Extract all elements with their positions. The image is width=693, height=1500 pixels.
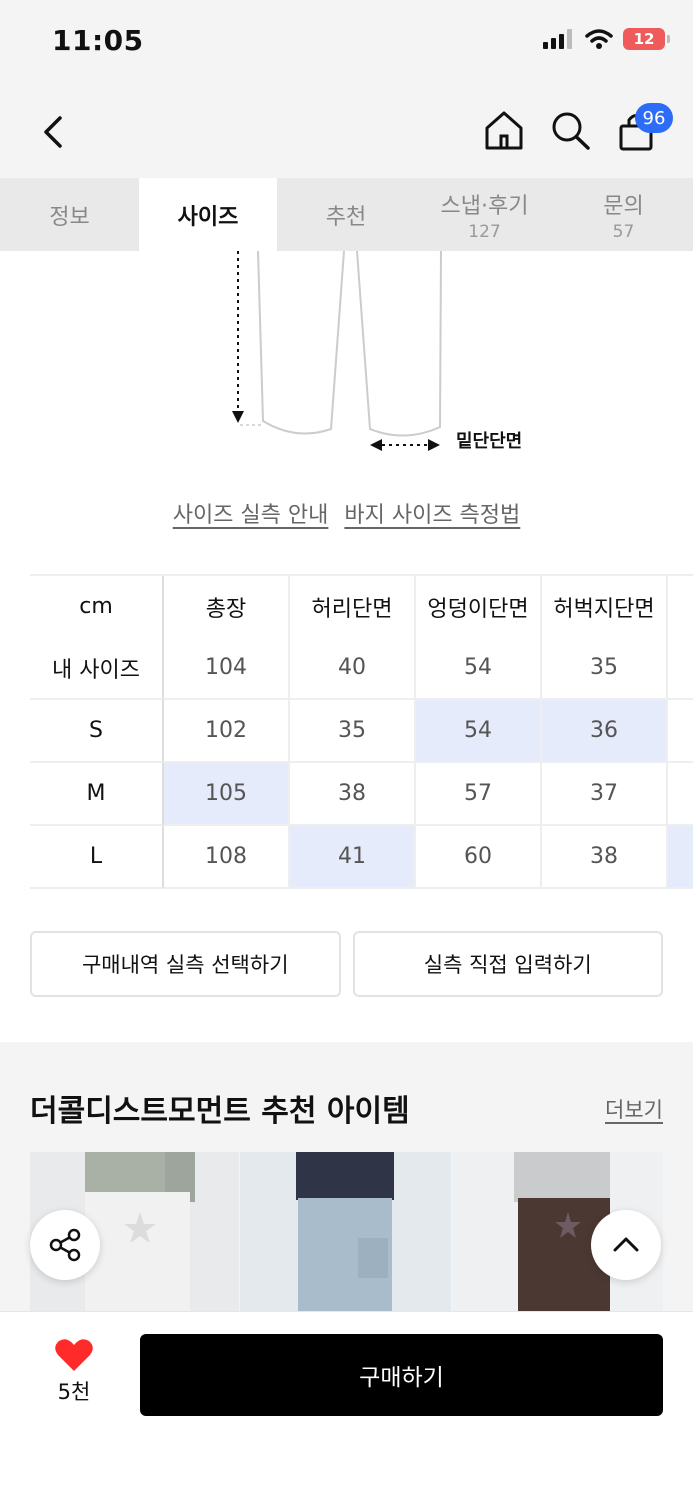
detail-tabs: 정보 사이즈 추천 스냅·후기 127 문의 57 — [0, 178, 693, 251]
table-row: 내 사이즈 104 40 54 35 — [30, 637, 693, 700]
home-icon[interactable] — [482, 108, 526, 154]
tab-count: 127 — [468, 221, 501, 242]
like-count: 5천 — [57, 1380, 91, 1404]
battery-level: 12 — [633, 30, 655, 48]
pants-measure-link[interactable]: 바지 사이즈 측정법 — [344, 497, 520, 529]
table-cell: 35 — [542, 637, 668, 700]
tab-count: 57 — [612, 221, 635, 242]
tab-label: 문의 — [603, 193, 644, 219]
table-cell — [668, 637, 693, 700]
bottom-purchase-bar: 5천 구매하기 — [0, 1311, 693, 1500]
table-cell: 105 — [164, 763, 290, 826]
like-button[interactable]: 5천 — [44, 1338, 104, 1406]
table-cell: 40 — [290, 637, 416, 700]
table-cell: 36 — [542, 700, 668, 763]
tab-inquiry[interactable]: 문의 57 — [554, 178, 693, 251]
table-row-label: S — [30, 700, 164, 763]
table-cell: 102 — [164, 700, 290, 763]
share-button[interactable] — [30, 1210, 100, 1280]
hem-width-label: 밑단단면 — [456, 431, 523, 452]
status-icons: 12 — [543, 28, 670, 50]
table-cell: 38 — [542, 826, 668, 889]
actual-size-guide-link[interactable]: 사이즈 실측 안내 — [173, 497, 329, 529]
table-header-cell: 총장 — [164, 576, 290, 639]
table-cell: 104 — [164, 637, 290, 700]
table-cell: 60 — [416, 826, 542, 889]
chevron-up-icon — [613, 1237, 639, 1252]
table-row-label: M — [30, 763, 164, 826]
table-cell — [668, 763, 693, 826]
table-cell — [668, 826, 693, 889]
size-guide-links: 사이즈 실측 안내 바지 사이즈 측정법 — [0, 497, 693, 529]
select-purchase-history-button[interactable]: 구매내역 실측 선택하기 — [30, 931, 341, 997]
share-icon — [49, 1228, 81, 1262]
status-bar: 11:05 12 — [0, 0, 693, 88]
buy-button[interactable]: 구매하기 — [140, 1334, 663, 1416]
table-row[interactable]: L 108 41 60 38 — [30, 826, 693, 889]
recommend-section: 더콜디스트모먼트 추천 아이템 더보기 — [0, 1042, 693, 1342]
cart-count-badge: 96 — [635, 103, 673, 133]
table-header-row: cm 총장 허리단면 엉덩이단면 허벅지단면 — [30, 574, 693, 639]
app-header — [0, 88, 693, 178]
table-row-label: 내 사이즈 — [30, 637, 164, 700]
tab-label: 사이즈 — [177, 204, 239, 230]
pants-outline-illustration — [232, 250, 442, 451]
tab-recommend[interactable]: 추천 — [277, 178, 415, 251]
table-row-label: L — [30, 826, 164, 889]
table-header-cell: 허리단면 — [290, 576, 416, 639]
tab-label: 스냅·후기 — [440, 193, 529, 219]
table-header-cell: 엉덩이단면 — [416, 576, 542, 639]
back-icon[interactable] — [34, 110, 74, 154]
signal-icon — [543, 29, 572, 49]
table-row[interactable]: M 105 38 57 37 — [30, 763, 693, 826]
see-more-link[interactable]: 더보기 — [605, 1094, 663, 1124]
search-icon[interactable] — [548, 108, 592, 154]
table-cell: 57 — [416, 763, 542, 826]
table-cell: 37 — [542, 763, 668, 826]
size-action-buttons: 구매내역 실측 선택하기 실측 직접 입력하기 — [30, 931, 663, 997]
battery-icon: 12 — [623, 28, 670, 50]
tab-size[interactable]: 사이즈 — [139, 178, 277, 251]
table-cell: 38 — [290, 763, 416, 826]
heart-icon — [55, 1339, 93, 1371]
table-header-cell: cm — [30, 576, 164, 639]
scroll-top-button[interactable] — [591, 1210, 661, 1280]
table-cell — [668, 700, 693, 763]
wifi-icon — [585, 29, 613, 49]
table-cell: 108 — [164, 826, 290, 889]
table-cell: 54 — [416, 700, 542, 763]
table-cell: 35 — [290, 700, 416, 763]
pants-size-diagram: 밑단단면 — [0, 250, 693, 471]
product-photo — [240, 1152, 451, 1312]
table-header-cell: 허벅지단면 — [542, 576, 668, 639]
table-cell: 41 — [290, 826, 416, 889]
table-row[interactable]: S 102 35 54 36 — [30, 700, 693, 763]
table-header-cell — [668, 576, 693, 639]
status-time: 11:05 — [52, 24, 144, 57]
tab-label: 정보 — [49, 204, 90, 230]
tab-snap-review[interactable]: 스냅·후기 127 — [415, 178, 554, 251]
recommend-title: 더콜디스트모먼트 추천 아이템 — [30, 1094, 410, 1129]
recommend-item-image[interactable] — [240, 1152, 451, 1312]
tab-info[interactable]: 정보 — [0, 178, 139, 251]
direct-input-button[interactable]: 실측 직접 입력하기 — [352, 931, 663, 997]
tab-label: 추천 — [325, 204, 367, 230]
size-table: cm 총장 허리단면 엉덩이단면 허벅지단면 내 사이즈 104 40 54 3… — [30, 574, 693, 889]
table-cell: 54 — [416, 637, 542, 700]
